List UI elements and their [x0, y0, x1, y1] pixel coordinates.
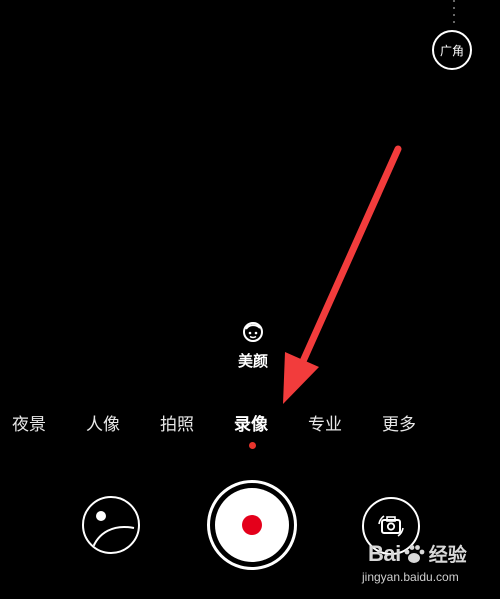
mode-night[interactable]: 夜景 [12, 410, 46, 435]
mode-pro[interactable]: 专业 [308, 410, 342, 435]
watermark-url: jingyan.baidu.com [362, 570, 459, 584]
camera-switch-icon [378, 515, 404, 537]
beauty-button[interactable]: 美颜 [220, 320, 286, 371]
mode-photo[interactable]: 拍照 [160, 410, 194, 435]
gallery-thumbnail[interactable] [82, 496, 140, 554]
baidu-paw-icon [404, 544, 425, 563]
record-dot [242, 515, 262, 535]
more-settings-dots[interactable] [453, 0, 455, 30]
mode-video[interactable]: 录像 [234, 410, 268, 435]
mode-bar: 夜景 人像 拍照 录像 专业 更多 [0, 410, 500, 440]
wide-angle-label: 广角 [439, 43, 464, 58]
beauty-label: 美颜 [237, 352, 268, 370]
wide-angle-button[interactable]: 广角 [432, 30, 472, 70]
beauty-face-icon [243, 322, 263, 342]
watermark-brand-right: 经验 [428, 544, 467, 566]
record-button[interactable] [207, 480, 297, 570]
mode-portrait[interactable]: 人像 [86, 410, 120, 435]
active-mode-indicator [249, 442, 256, 449]
baidu-jingyan-watermark: Bai 经验 jingyan.baidu.com [360, 540, 496, 596]
record-shutter-icon [215, 488, 289, 562]
gallery-icon [91, 511, 135, 551]
watermark-brand-left: Bai [368, 540, 401, 566]
mode-more[interactable]: 更多 [382, 410, 416, 435]
